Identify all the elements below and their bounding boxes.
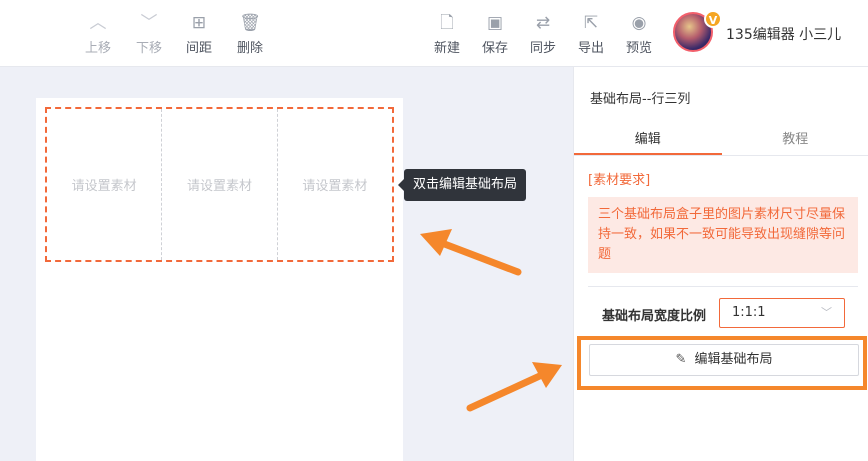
- preview-button[interactable]: ◉ 预览: [617, 12, 661, 56]
- editor-canvas: 请设置素材 请设置素材 请设置素材: [36, 98, 403, 461]
- eye-icon: ◉: [631, 13, 647, 33]
- new-button[interactable]: 🗋 新建: [425, 12, 469, 56]
- save-button[interactable]: ▣ 保存: [473, 12, 517, 56]
- top-toolbar: ︿ 上移 ﹀ 下移 ⊞ 间距 🗑 删除 🗋 新建 ▣ 保存 ⇄ 同步 ⇱ 导出 …: [0, 0, 868, 67]
- delete-label: 删除: [236, 41, 263, 56]
- chevron-down-icon: ﹀: [821, 306, 832, 319]
- sync-button[interactable]: ⇄ 同步: [521, 12, 565, 56]
- spacing-button[interactable]: ⊞ 间距: [177, 12, 221, 56]
- panel-tabs: 编辑 教程: [574, 128, 868, 156]
- annotation-arrow-to-button: [466, 362, 562, 412]
- tab-tutorial[interactable]: 教程: [722, 128, 868, 155]
- move-down-button[interactable]: ﹀ 下移: [127, 12, 171, 56]
- requirement-label: [素材要求]: [588, 173, 651, 188]
- basic-layout-block[interactable]: 请设置素材 请设置素材 请设置素材: [45, 107, 394, 262]
- export-label: 导出: [577, 41, 604, 56]
- panel-title: 基础布局--行三列: [590, 92, 691, 107]
- sync-label: 同步: [529, 41, 556, 56]
- grid-icon: ⊞: [191, 13, 207, 33]
- move-up-button[interactable]: ︿ 上移: [76, 12, 120, 56]
- preview-label: 预览: [625, 41, 652, 56]
- trash-icon: 🗑: [239, 13, 261, 33]
- save-label: 保存: [481, 41, 508, 56]
- move-up-label: 上移: [84, 41, 111, 56]
- layout-cell[interactable]: 请设置素材: [47, 109, 161, 260]
- edit-layout-label: 编辑基础布局: [694, 352, 773, 367]
- divider: [588, 286, 858, 287]
- layout-cell[interactable]: 请设置素材: [161, 109, 276, 260]
- tab-edit[interactable]: 编辑: [574, 128, 722, 155]
- export-icon: ⇱: [583, 13, 599, 33]
- new-label: 新建: [433, 41, 460, 56]
- document-icon: 🗋: [440, 13, 454, 33]
- export-button[interactable]: ⇱ 导出: [569, 12, 613, 56]
- annotation-arrow-to-tooltip: [420, 229, 522, 276]
- pencil-icon: ✎: [675, 352, 687, 367]
- layout-cell[interactable]: 请设置素材: [276, 109, 392, 260]
- spacing-label: 间距: [185, 41, 212, 56]
- chevron-up-icon: ︿: [89, 13, 107, 33]
- save-icon: ▣: [486, 13, 504, 33]
- settings-panel: 基础布局--行三列 编辑 教程 [素材要求] 三个基础布局盒子里的图片素材尺寸尽…: [573, 67, 868, 461]
- sync-icon: ⇄: [535, 13, 551, 33]
- ratio-value: 1:1:1: [732, 305, 766, 320]
- vip-badge: V: [704, 10, 722, 28]
- requirement-note: 三个基础布局盒子里的图片素材尺寸尽量保持一致，如果不一致可能导致出现缝隙等问题: [588, 197, 858, 273]
- delete-button[interactable]: 🗑 删除: [228, 12, 272, 56]
- ratio-label: 基础布局宽度比例: [602, 309, 707, 324]
- edit-layout-button[interactable]: ✎ 编辑基础布局: [589, 344, 859, 376]
- move-down-label: 下移: [135, 41, 162, 56]
- username[interactable]: 135编辑器 小三儿: [726, 24, 841, 44]
- edit-hint-tooltip: 双击编辑基础布局: [397, 169, 527, 201]
- chevron-down-icon: ﹀: [140, 13, 158, 33]
- ratio-select[interactable]: 1:1:1 ﹀: [719, 298, 845, 328]
